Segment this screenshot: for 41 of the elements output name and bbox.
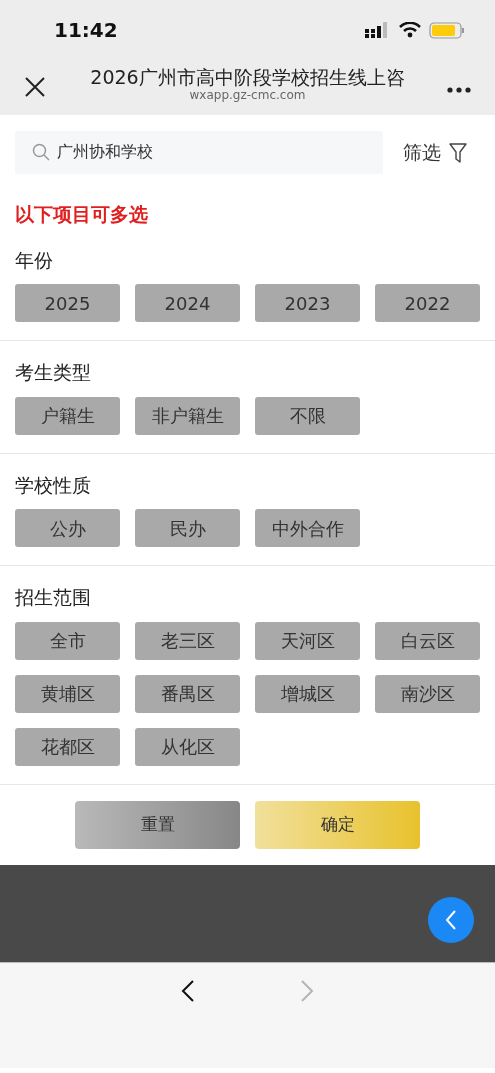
reset-button[interactable]: 重置 bbox=[75, 800, 240, 849]
page-url: wxapp.gz-cmc.com bbox=[188, 88, 307, 102]
option-chip[interactable]: 户籍生 bbox=[15, 396, 120, 435]
option-chip[interactable]: 老三区 bbox=[135, 621, 240, 660]
option-chip[interactable]: 非户籍生 bbox=[135, 396, 240, 435]
option-chip[interactable]: 南沙区 bbox=[375, 674, 480, 713]
section-title: 学校性质 bbox=[15, 472, 92, 498]
wifi-icon bbox=[399, 22, 421, 38]
battery-icon bbox=[429, 21, 465, 39]
option-chip[interactable]: 民办 bbox=[135, 509, 240, 547]
option-chip[interactable]: 2023 bbox=[255, 284, 360, 322]
option-chip[interactable]: 番禺区 bbox=[135, 674, 240, 713]
browser-back-button[interactable] bbox=[181, 978, 195, 1003]
clock: 11:42 bbox=[54, 17, 118, 44]
page-title: 2026广州市高中阶段学校招生线上咨 bbox=[89, 65, 406, 89]
more-icon[interactable] bbox=[447, 87, 471, 93]
option-chip[interactable]: 天河区 bbox=[255, 621, 360, 660]
option-chip[interactable]: 从化区 bbox=[135, 727, 240, 766]
option-chip[interactable]: 2022 bbox=[375, 284, 480, 322]
back-button[interactable] bbox=[428, 896, 474, 943]
confirm-button[interactable]: 确定 bbox=[255, 800, 420, 849]
filter-icon bbox=[449, 142, 467, 163]
option-chip[interactable]: 2025 bbox=[15, 284, 120, 322]
option-chip[interactable]: 中外合作 bbox=[255, 509, 360, 547]
close-icon[interactable] bbox=[25, 77, 45, 97]
option-chip[interactable]: 增城区 bbox=[255, 674, 360, 713]
option-chip[interactable]: 花都区 bbox=[15, 727, 120, 766]
filter-button[interactable]: 筛选 bbox=[403, 138, 467, 167]
search-icon bbox=[32, 143, 50, 161]
option-chip[interactable]: 白云区 bbox=[375, 621, 480, 660]
section-title: 年份 bbox=[15, 247, 54, 273]
search-field[interactable]: 广州协和学校 bbox=[15, 131, 383, 174]
chevron-left-icon bbox=[445, 909, 457, 930]
option-chip[interactable]: 黄埔区 bbox=[15, 674, 120, 713]
option-chip[interactable]: 全市 bbox=[15, 621, 120, 660]
section-title: 招生范围 bbox=[15, 585, 92, 610]
option-chip[interactable]: 公办 bbox=[15, 509, 120, 547]
section-title: 考生类型 bbox=[15, 360, 92, 385]
multi-select-hint: 以下项目可多选 bbox=[15, 202, 149, 227]
option-chip[interactable]: 不限 bbox=[255, 396, 360, 435]
option-chip[interactable]: 2024 bbox=[135, 284, 240, 322]
